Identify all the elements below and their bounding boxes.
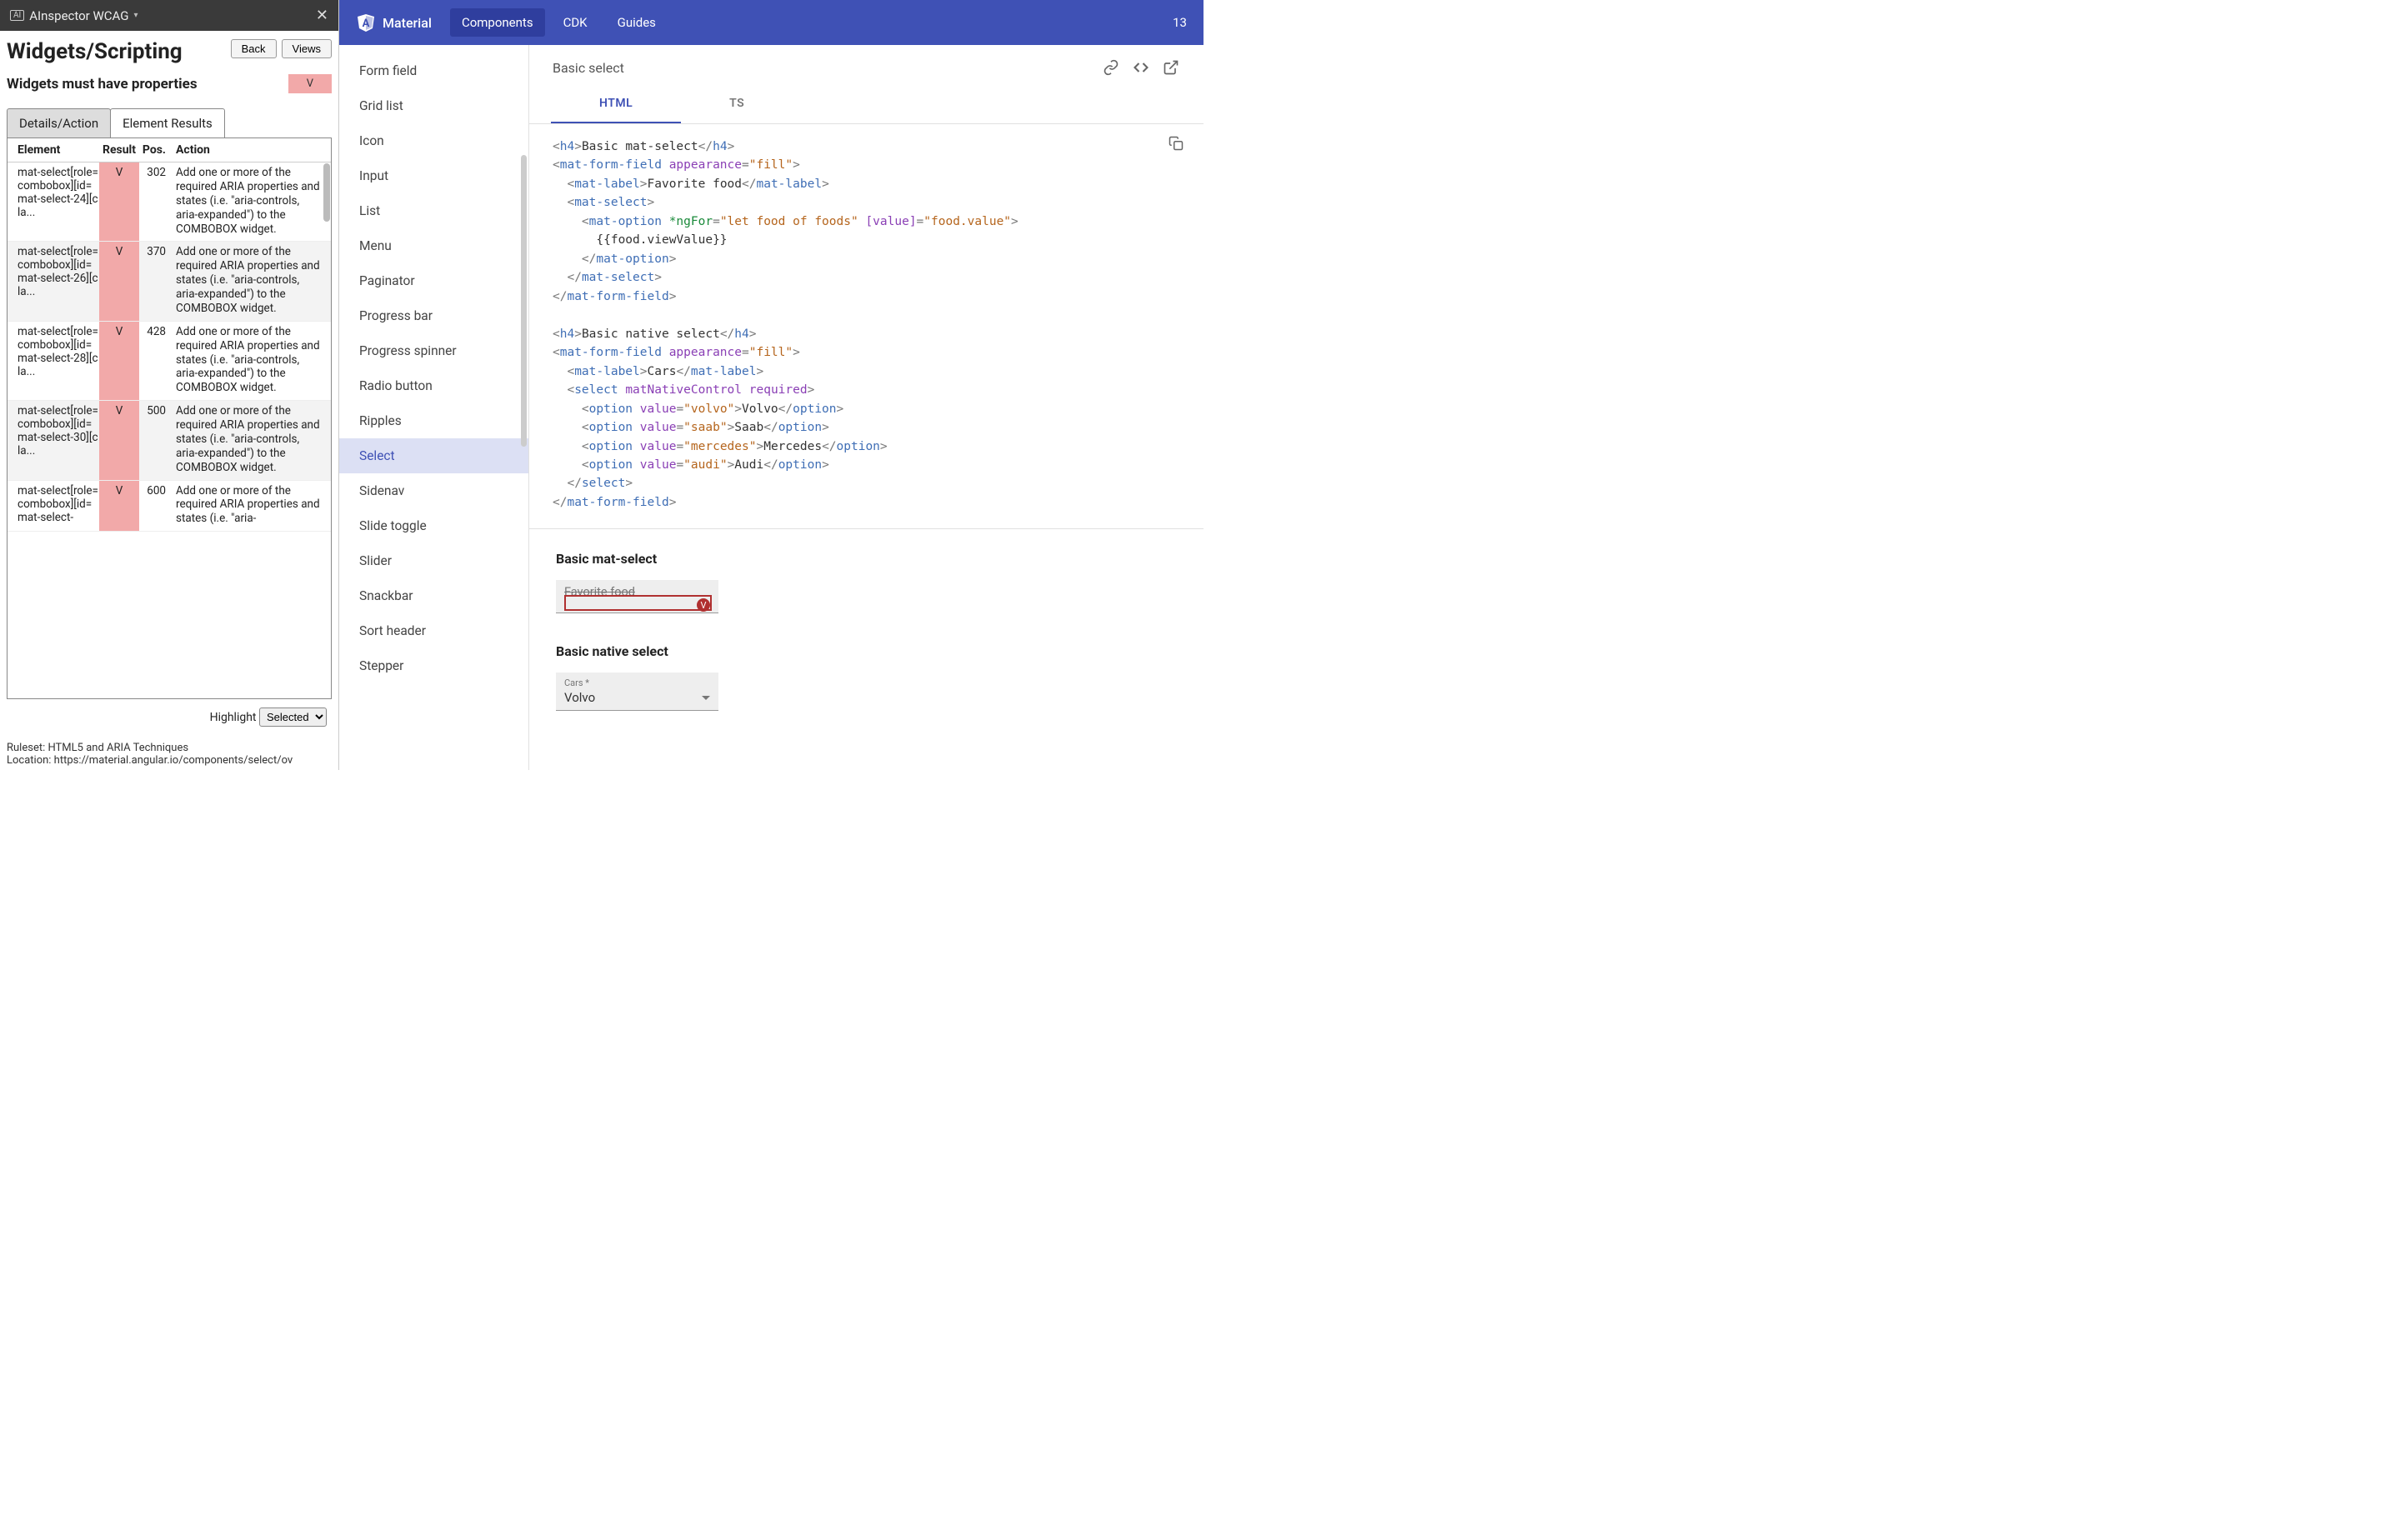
sidenav-item-menu[interactable]: Menu: [339, 228, 528, 263]
native-select-value: Volvo: [564, 690, 595, 705]
cell-action: Add one or more of the required ARIA pro…: [173, 242, 331, 320]
inspector-header: AI AInspector WCAG ▾ ✕: [0, 0, 338, 31]
results-tabs: Details/Action Element Results: [7, 108, 332, 138]
col-action[interactable]: Action: [173, 143, 331, 157]
sidenav-item-icon[interactable]: Icon: [339, 123, 528, 158]
material-brand[interactable]: Material: [383, 15, 432, 31]
violation-badge: V: [288, 74, 332, 93]
sidenav-item-slide-toggle[interactable]: Slide toggle: [339, 508, 528, 543]
code-tabs: HTML TS: [529, 85, 1204, 124]
cell-action: Add one or more of the required ARIA pro…: [173, 322, 331, 400]
close-icon[interactable]: ✕: [316, 7, 328, 24]
sidenav-item-progress-bar[interactable]: Progress bar: [339, 298, 528, 333]
cell-pos: 600: [139, 481, 173, 532]
sidenav-item-list[interactable]: List: [339, 193, 528, 228]
cell-action: Add one or more of the required ARIA pro…: [173, 481, 331, 532]
cell-pos: 370: [139, 242, 173, 320]
demo-heading-mat-select: Basic mat-select: [556, 551, 1177, 567]
material-app: A Material Components CDK Guides 13 Form…: [339, 0, 1204, 770]
copy-icon[interactable]: [1168, 136, 1183, 157]
tab-element-results[interactable]: Element Results: [110, 108, 225, 138]
table-row[interactable]: mat-select[role=combobox][id=mat-select-…: [8, 401, 331, 480]
cell-action: Add one or more of the required ARIA pro…: [173, 401, 331, 479]
code-tab-ts[interactable]: TS: [681, 85, 793, 123]
code-tab-html[interactable]: HTML: [551, 85, 681, 123]
cell-result: V: [99, 481, 139, 532]
cell-result: V: [99, 242, 139, 320]
chevron-down-icon[interactable]: ▾: [133, 11, 138, 20]
cell-element: mat-select[role=combobox][id=mat-select-…: [8, 162, 99, 241]
sidenav-item-paginator[interactable]: Paginator: [339, 263, 528, 298]
results-table: Element Result Pos. Action mat-select[ro…: [7, 138, 332, 699]
cell-action: Add one or more of the required ARIA pro…: [173, 162, 331, 241]
component-sidenav[interactable]: Form fieldGrid listIconInputListMenuPagi…: [339, 45, 529, 770]
sidenav-item-sort-header[interactable]: Sort header: [339, 613, 528, 648]
cell-result: V: [99, 401, 139, 479]
ainspector-logo-icon: AI: [10, 10, 24, 21]
sidenav-item-radio-button[interactable]: Radio button: [339, 368, 528, 403]
sidenav-item-progress-spinner[interactable]: Progress spinner: [339, 333, 528, 368]
cell-result: V: [99, 322, 139, 400]
angular-logo-icon: A: [356, 12, 376, 32]
table-row[interactable]: mat-select[role=combobox][id=mat-select-…: [8, 481, 331, 532]
ainspector-panel: AI AInspector WCAG ▾ ✕ Widgets/Scripting…: [0, 0, 339, 770]
rule-description: Widgets must have properties: [7, 76, 198, 92]
table-row[interactable]: mat-select[role=combobox][id=mat-select-…: [8, 162, 331, 242]
mat-select-field[interactable]: Favorite food V: [556, 580, 718, 613]
page-title: Widgets/Scripting: [7, 39, 183, 64]
sidenav-item-slider[interactable]: Slider: [339, 543, 528, 578]
violation-outline: [564, 595, 712, 611]
cell-element: mat-select[role=combobox][id=mat-select-…: [8, 322, 99, 400]
cell-element: mat-select[role=combobox][id=mat-select-…: [8, 401, 99, 479]
col-result[interactable]: Result: [99, 143, 139, 157]
sidenav-item-snackbar[interactable]: Snackbar: [339, 578, 528, 613]
cell-element: mat-select[role=combobox][id=mat-select-…: [8, 242, 99, 320]
cell-element: mat-select[role=combobox][id=mat-select-: [8, 481, 99, 532]
native-select-label: Cars *: [564, 678, 710, 688]
sidenav-item-form-field[interactable]: Form field: [339, 53, 528, 88]
inspector-title: AInspector WCAG: [29, 8, 128, 23]
content-area[interactable]: Basic select HTML TS <h4>Basic mat-selec…: [529, 45, 1204, 770]
sidenav-item-ripples[interactable]: Ripples: [339, 403, 528, 438]
views-button[interactable]: Views: [282, 39, 332, 58]
highlight-label: Highlight: [210, 711, 257, 724]
nav-components[interactable]: Components: [450, 8, 545, 37]
table-row[interactable]: mat-select[role=combobox][id=mat-select-…: [8, 242, 331, 321]
highlight-select[interactable]: Selected: [259, 708, 327, 727]
back-button[interactable]: Back: [231, 39, 277, 58]
material-toolbar: A Material Components CDK Guides 13: [339, 0, 1204, 45]
demo-heading-native-select: Basic native select: [556, 643, 1177, 659]
demo-area: Basic mat-select Favorite food V Basic n…: [529, 529, 1204, 732]
col-element[interactable]: Element: [8, 143, 99, 157]
sidenav-item-sidenav[interactable]: Sidenav: [339, 473, 528, 508]
col-pos[interactable]: Pos.: [139, 143, 173, 157]
footer-ruleset: Ruleset: HTML5 and ARIA Techniques: [7, 742, 332, 754]
sidenav-item-input[interactable]: Input: [339, 158, 528, 193]
nav-cdk[interactable]: CDK: [552, 2, 599, 43]
scrollbar-thumb[interactable]: [521, 155, 527, 447]
sidenav-item-grid-list[interactable]: Grid list: [339, 88, 528, 123]
cell-pos: 500: [139, 401, 173, 479]
example-title: Basic select: [553, 60, 1090, 76]
cell-result: V: [99, 162, 139, 241]
sidenav-item-select[interactable]: Select: [339, 438, 528, 473]
open-external-icon[interactable]: [1162, 58, 1180, 77]
svg-text:A: A: [363, 18, 370, 30]
code-block: <h4>Basic mat-select</h4> <mat-form-fiel…: [529, 124, 1204, 529]
table-row[interactable]: mat-select[role=combobox][id=mat-select-…: [8, 322, 331, 401]
nav-guides[interactable]: Guides: [606, 2, 668, 43]
link-icon[interactable]: [1102, 58, 1120, 77]
footer-location: Location: https://material.angular.io/co…: [7, 754, 332, 767]
code-icon[interactable]: [1132, 58, 1150, 77]
cell-pos: 428: [139, 322, 173, 400]
version-label[interactable]: 13: [1173, 15, 1187, 30]
sidenav-item-stepper[interactable]: Stepper: [339, 648, 528, 683]
tab-details-action[interactable]: Details/Action: [7, 108, 111, 138]
cell-pos: 302: [139, 162, 173, 241]
scrollbar-thumb[interactable]: [323, 163, 330, 222]
dropdown-arrow-icon: [702, 696, 710, 700]
native-select-field[interactable]: Cars * Volvo: [556, 672, 718, 711]
